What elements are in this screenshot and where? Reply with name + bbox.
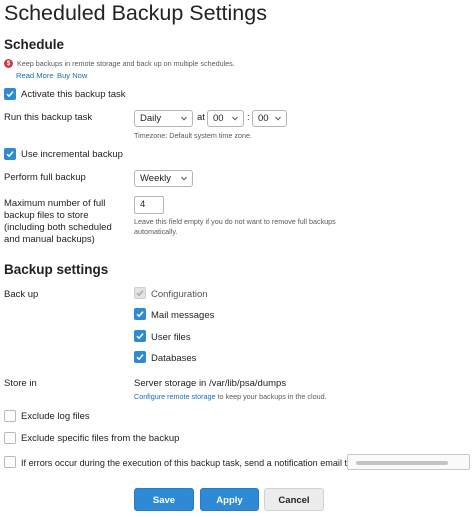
exclude-logs-label: Exclude log files bbox=[21, 411, 90, 422]
check-icon bbox=[136, 290, 144, 297]
mail-messages-checkbox[interactable] bbox=[134, 308, 146, 320]
buy-now-link[interactable]: Buy Now bbox=[57, 71, 87, 81]
max-files-label: Maximum number of full backup files to s… bbox=[4, 198, 112, 245]
configure-remote-rest: to keep your backups in the cloud. bbox=[215, 392, 327, 401]
backup-settings-heading: Backup settings bbox=[4, 262, 109, 277]
hour-select[interactable]: 00 bbox=[207, 110, 244, 127]
exclude-specific-checkbox[interactable] bbox=[4, 432, 16, 444]
minute-value: 00 bbox=[258, 113, 269, 124]
notify-email-checkbox[interactable] bbox=[4, 456, 16, 468]
configure-remote-link[interactable]: Configure remote storage bbox=[134, 392, 216, 401]
upsell-text: Keep backups in remote storage and back … bbox=[17, 59, 235, 68]
full-backup-label: Perform full backup bbox=[4, 172, 86, 183]
configuration-label: Configuration bbox=[151, 289, 208, 300]
max-files-input[interactable]: 4 bbox=[134, 196, 164, 214]
back-up-label: Back up bbox=[4, 289, 39, 300]
check-icon bbox=[6, 151, 14, 158]
notify-email-label: If errors occur during the execution of … bbox=[21, 458, 353, 468]
user-files-checkbox[interactable] bbox=[134, 330, 146, 342]
apply-button[interactable]: Apply bbox=[200, 488, 259, 511]
databases-checkbox[interactable] bbox=[134, 351, 146, 363]
frequency-select[interactable]: Daily bbox=[134, 110, 193, 127]
user-files-label: User files bbox=[151, 332, 191, 343]
at-label: at bbox=[197, 112, 205, 123]
run-task-label: Run this backup task bbox=[4, 112, 93, 123]
cancel-button[interactable]: Cancel bbox=[264, 488, 324, 511]
frequency-value: Daily bbox=[140, 113, 162, 124]
check-icon bbox=[136, 311, 144, 318]
incremental-backup-checkbox[interactable] bbox=[4, 148, 16, 160]
chevron-down-icon bbox=[181, 116, 187, 121]
save-button[interactable]: Save bbox=[134, 488, 194, 511]
full-backup-value: Weekly bbox=[140, 173, 171, 184]
page-title: Scheduled Backup Settings bbox=[4, 1, 267, 25]
incremental-backup-label: Use incremental backup bbox=[21, 149, 123, 160]
schedule-heading: Schedule bbox=[4, 37, 65, 52]
store-in-value: Server storage in /var/lib/psa/dumps bbox=[134, 378, 287, 389]
exclude-specific-label: Exclude specific files from the backup bbox=[21, 433, 180, 444]
mail-messages-label: Mail messages bbox=[151, 310, 215, 321]
notify-email-input[interactable] bbox=[347, 454, 470, 470]
time-separator: : bbox=[247, 112, 250, 123]
chevron-down-icon bbox=[232, 116, 238, 121]
hour-value: 00 bbox=[213, 113, 224, 124]
redacted-email bbox=[356, 461, 448, 465]
max-files-hint: Leave this field empty if you do not wan… bbox=[134, 217, 336, 236]
chevron-down-icon bbox=[275, 116, 281, 121]
full-backup-select[interactable]: Weekly bbox=[134, 170, 193, 187]
activate-task-checkbox[interactable] bbox=[4, 88, 16, 100]
minute-select[interactable]: 00 bbox=[252, 110, 287, 127]
timezone-hint: Timezone: Default system time zone. bbox=[134, 131, 252, 140]
databases-label: Databases bbox=[151, 353, 197, 364]
check-icon bbox=[136, 354, 144, 361]
read-more-link[interactable]: Read More bbox=[16, 71, 54, 81]
exclude-logs-checkbox[interactable] bbox=[4, 410, 16, 422]
store-in-label: Store in bbox=[4, 378, 37, 389]
upgrade-badge-icon: $ bbox=[4, 59, 13, 68]
configuration-checkbox bbox=[134, 287, 146, 299]
activate-task-label: Activate this backup task bbox=[21, 89, 126, 100]
configure-remote-note: Configure remote storage to keep your ba… bbox=[134, 392, 327, 402]
check-icon bbox=[136, 333, 144, 340]
check-icon bbox=[6, 91, 14, 98]
chevron-down-icon bbox=[181, 176, 187, 181]
